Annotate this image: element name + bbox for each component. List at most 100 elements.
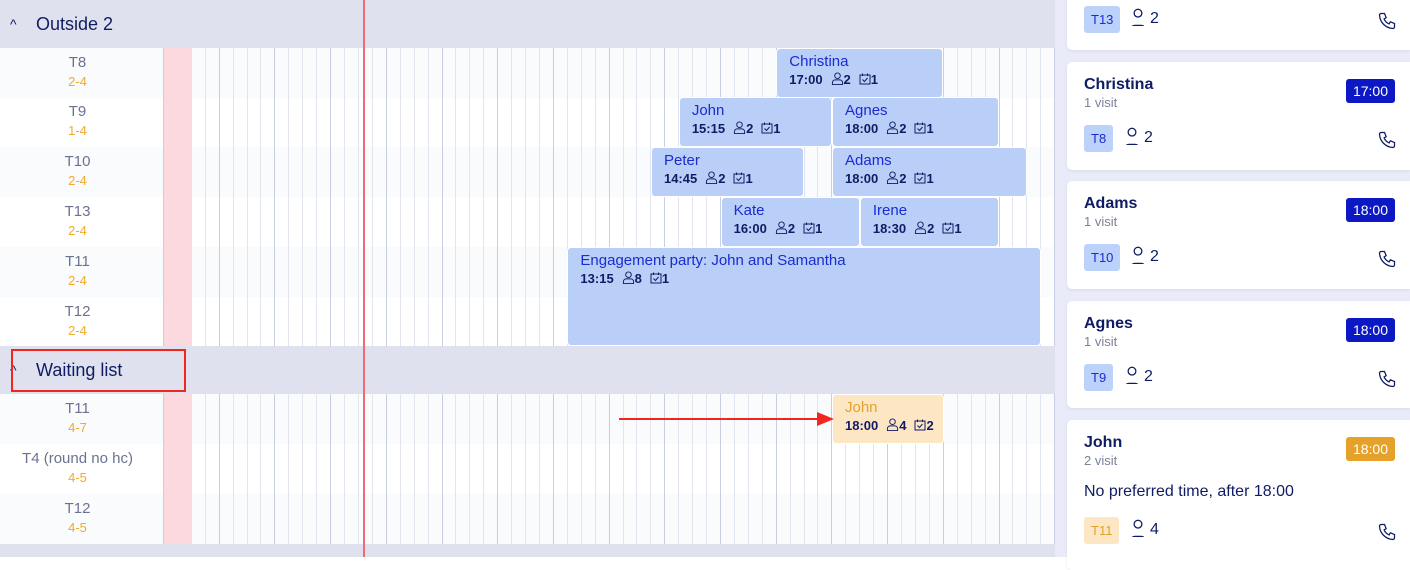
booking-block[interactable]: Peter 14:45 2 1 — [650, 147, 805, 197]
booking-block[interactable]: John 15:15 2 1 — [678, 97, 832, 147]
booking-meta: 17:00 2 1 — [789, 72, 942, 87]
booking-meta: 18:00 2 1 — [845, 171, 1026, 186]
grid-line — [316, 48, 318, 346]
table-capacity: 4-7 — [68, 420, 87, 435]
phone-icon[interactable] — [1377, 11, 1397, 31]
visit-count: 1 visit — [1084, 95, 1118, 110]
chevron-up-icon[interactable]: ^ — [10, 16, 24, 32]
grid-line — [260, 394, 262, 544]
reservation-card[interactable]: Christina 1 visit 17:00 T8 2 — [1067, 62, 1410, 170]
person-icon — [1129, 8, 1147, 33]
table-tag: T8 — [1084, 125, 1114, 152]
grid-line — [538, 394, 540, 544]
reservation-card[interactable]: Adams 1 visit 18:00 T10 2 — [1067, 181, 1410, 289]
booking-time: 18:30 — [872, 221, 907, 236]
timeline: ^ Outside 2 ^ Waiting list T8 2-4 T9 1-4 T10 2-… — [0, 0, 1055, 557]
person-icon — [775, 221, 788, 236]
booking-guests: 8 — [634, 271, 642, 286]
booking-block[interactable]: Adams 18:00 2 1 — [832, 147, 1027, 197]
guest-count-value: 2 — [1144, 368, 1153, 385]
reservation-card[interactable]: John 2 visit 18:00 No preferred time, after… — [1067, 420, 1410, 570]
reservation-card[interactable]: T13 2 — [1067, 0, 1410, 50]
grid-line — [469, 48, 471, 346]
grid-line — [232, 394, 234, 544]
phone-icon[interactable] — [1377, 522, 1397, 542]
person-icon — [886, 121, 899, 136]
table-tag: T11 — [1084, 517, 1120, 544]
grid-line — [246, 48, 248, 346]
grid-line — [302, 48, 304, 346]
grid-line — [288, 48, 290, 346]
booking-guests: 2 — [899, 121, 907, 136]
person-icon — [1123, 366, 1141, 391]
booking-block[interactable]: Christina 17:00 2 1 — [776, 48, 944, 98]
booking-block[interactable]: Kate 16:00 2 1 — [720, 197, 860, 247]
booking-name: Christina — [789, 53, 849, 70]
grid-line — [455, 48, 457, 346]
guest-count: 2 — [1129, 246, 1159, 271]
phone-icon[interactable] — [1377, 130, 1397, 150]
table-tag: T9 — [1084, 364, 1114, 391]
booking-name: Adams — [845, 152, 892, 169]
reservation-card[interactable]: Agnes 1 visit 18:00 T9 2 — [1067, 301, 1410, 408]
grid-line — [580, 394, 582, 544]
guest-count-value: 2 — [1150, 248, 1159, 265]
booking-guests: 2 — [899, 171, 907, 186]
grid-line — [497, 48, 499, 346]
grid-line — [316, 394, 318, 544]
guest-count: 2 — [1123, 366, 1153, 391]
grid-line — [330, 48, 332, 346]
grid-line — [204, 48, 206, 346]
table-label: T11 4-7 — [0, 394, 155, 444]
grid-line — [190, 48, 192, 346]
annotation-highlight-box — [11, 349, 186, 392]
booking-name: John — [845, 399, 878, 416]
table-name: T8 — [68, 54, 87, 71]
person-icon — [1129, 519, 1147, 544]
booking-meta: 18:00 4 2 — [845, 418, 943, 433]
phone-icon[interactable] — [1377, 369, 1397, 389]
annotation-arrow — [619, 412, 834, 426]
grid-line — [455, 394, 457, 544]
grid-line — [260, 48, 262, 346]
booking-visits: 1 — [954, 221, 962, 236]
grid-line — [218, 394, 220, 544]
grid-line — [163, 48, 164, 346]
booking-block[interactable]: Irene 18:30 2 1 — [859, 197, 1000, 247]
table-name: T4 (round no hc) — [22, 450, 133, 467]
booking-name: Irene — [872, 202, 908, 219]
phone-icon[interactable] — [1377, 249, 1397, 269]
booking-meta: 15:15 2 1 — [692, 121, 831, 136]
table-label: T12 2-4 — [0, 297, 155, 347]
booking-time: 14:45 — [663, 171, 698, 186]
table-label: T11 2-4 — [0, 247, 155, 297]
person-icon — [1129, 246, 1147, 271]
grid-line — [399, 48, 401, 346]
booking-name: Engagement party: John and Samantha — [580, 252, 846, 269]
table-capacity: 4-5 — [68, 520, 87, 535]
table-tag: T10 — [1084, 244, 1121, 271]
booking-block[interactable]: Agnes 18:00 2 1 — [832, 97, 1000, 147]
reservation-list-panel: T13 2 Christina 1 visit 17:00 T8 2 Adams 1 visit… — [1055, 0, 1410, 570]
booking-name: Kate — [733, 202, 765, 219]
booking-block[interactable]: Engagement party: John and Samantha 13:15… — [567, 247, 1041, 346]
table-label: T12 4-5 — [0, 494, 155, 544]
table-capacity: 4-5 — [68, 470, 87, 485]
table-label: T4 (round no hc) 4-5 — [0, 444, 155, 494]
table-label: T13 2-4 — [0, 197, 155, 247]
grid-line — [232, 48, 234, 346]
booking-meta: 14:45 2 1 — [664, 171, 803, 186]
booking-visits: 1 — [815, 221, 823, 236]
booking-guests: 2 — [718, 171, 726, 186]
table-name: T10 — [64, 153, 91, 170]
table-row: T12 4-5 — [0, 494, 1055, 544]
booking-visits: 2 — [926, 418, 934, 433]
guest-count-value: 4 — [1150, 521, 1159, 538]
booking-visits: 1 — [926, 121, 934, 136]
section-header-outside-2[interactable]: ^ Outside 2 — [0, 0, 1055, 48]
grid-line — [371, 48, 373, 346]
table-label: T9 1-4 — [0, 97, 155, 147]
calendar-check-icon — [942, 222, 954, 236]
grid-line — [441, 394, 443, 544]
booking-time: 16:00 — [733, 221, 767, 236]
